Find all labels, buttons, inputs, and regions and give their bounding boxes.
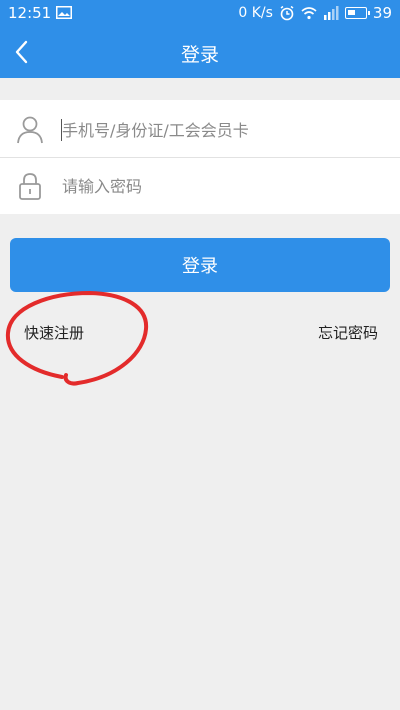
status-icons: 0 K/s 39 <box>238 4 392 22</box>
battery-icon <box>344 7 370 19</box>
page-title: 登录 <box>180 44 219 66</box>
account-input[interactable] <box>62 112 382 148</box>
battery-level: 39 <box>372 4 392 22</box>
password-input[interactable] <box>62 168 382 204</box>
red-circle-annotation <box>5 290 149 386</box>
nav-bar: 登录 <box>0 26 400 78</box>
alarm-icon <box>280 5 294 21</box>
signal-icon <box>323 6 339 20</box>
register-link[interactable]: 快速注册 <box>24 322 84 343</box>
login-button[interactable]: 登录 <box>10 238 390 292</box>
lock-icon <box>19 173 41 200</box>
login-form <box>0 100 400 214</box>
account-row <box>0 102 400 158</box>
image-notification-icon <box>56 6 72 19</box>
wifi-icon <box>301 7 317 20</box>
forgot-password-link[interactable]: 忘记密码 <box>318 322 378 343</box>
user-icon <box>17 116 43 144</box>
password-row <box>0 158 400 214</box>
network-speed: 0 K/s <box>238 5 273 21</box>
status-time: 12:51 <box>8 4 52 22</box>
status-bar: 12:51 0 K/s 39 <box>0 0 400 26</box>
